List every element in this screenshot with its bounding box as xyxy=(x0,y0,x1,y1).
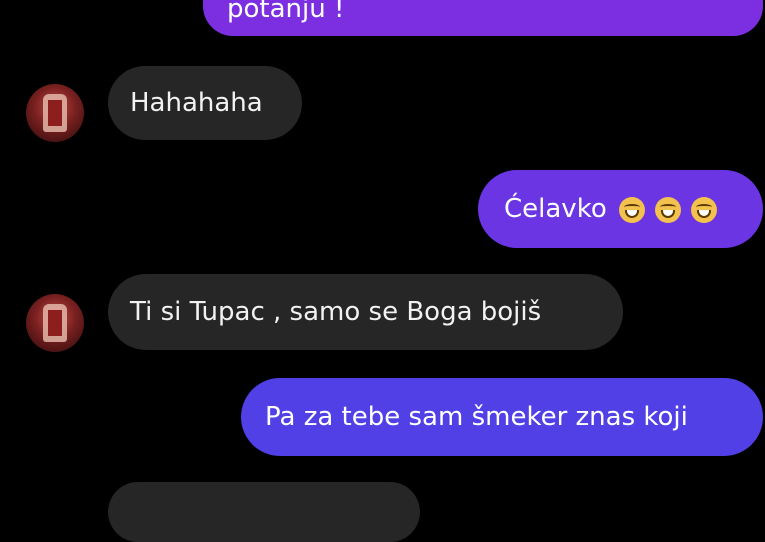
message-text: Hahahaha xyxy=(130,88,263,118)
message-text: potanju ! xyxy=(227,0,345,24)
message-text: Ćelavko xyxy=(504,194,607,224)
message-text: Pa za tebe sam šmeker znas koji xyxy=(265,402,688,432)
contact-avatar[interactable] xyxy=(26,84,84,142)
message-bubble-outgoing[interactable]: Ćelavko xyxy=(478,170,763,248)
message-bubble-incoming[interactable]: Hahahaha xyxy=(108,66,302,140)
laughing-emoji-icon xyxy=(691,196,718,223)
message-bubble-outgoing[interactable]: potanju ! xyxy=(203,0,763,36)
message-text: Ti si Tupac , samo se Boga bojiš xyxy=(130,297,542,327)
message-bubble-incoming[interactable]: Ti si Tupac , samo se Boga bojiš xyxy=(108,274,623,350)
contact-avatar[interactable] xyxy=(26,294,84,352)
laughing-emoji-icon xyxy=(618,196,645,223)
message-bubble-incoming[interactable] xyxy=(108,482,420,542)
avatar-figure-detail xyxy=(48,310,62,336)
message-bubble-outgoing[interactable]: Pa za tebe sam šmeker znas koji xyxy=(241,378,763,456)
avatar-figure-detail xyxy=(48,100,62,126)
laughing-emoji-icon xyxy=(655,196,681,223)
emoji-group xyxy=(617,193,718,225)
